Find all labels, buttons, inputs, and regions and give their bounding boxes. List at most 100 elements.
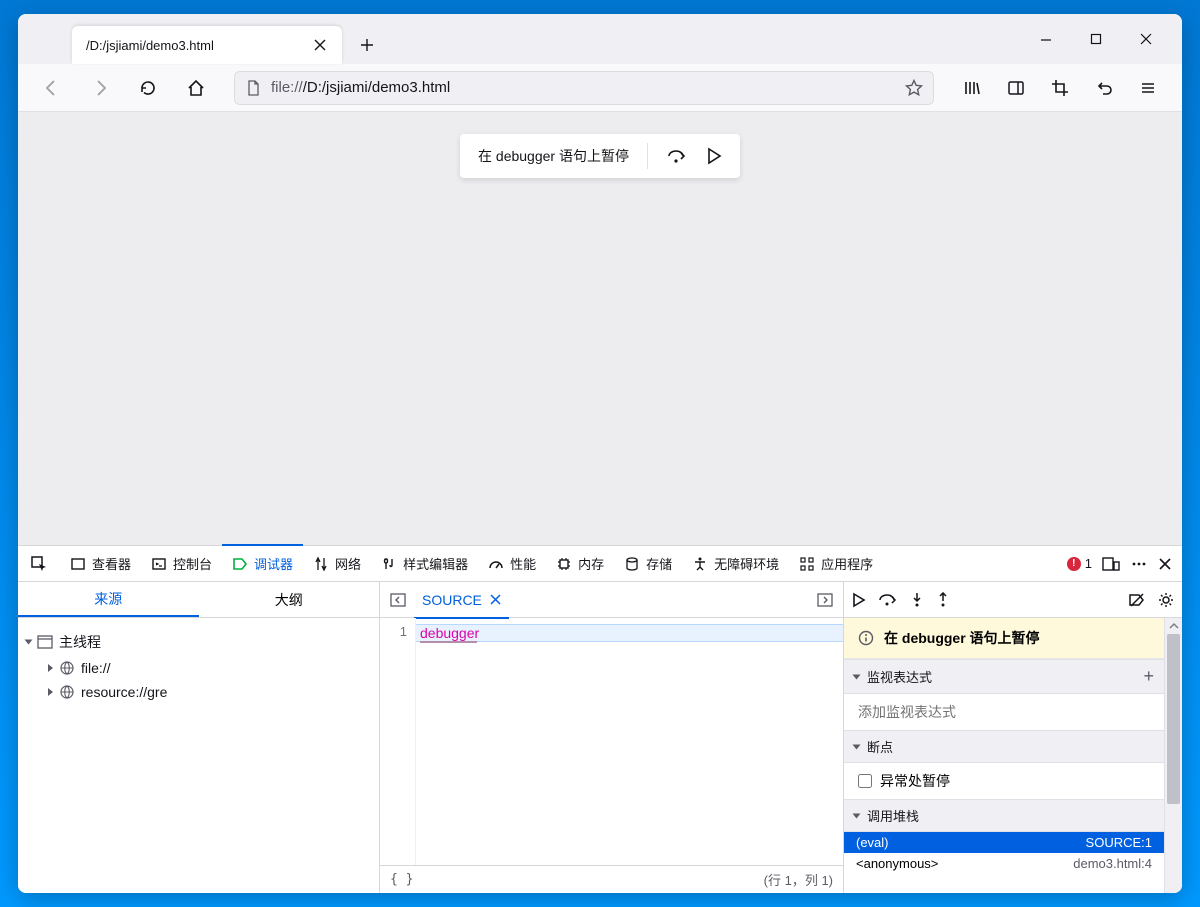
url-text: file:///D:/jsjiami/demo3.html	[271, 79, 895, 96]
devtools-tabs: 查看器 控制台 调试器 网络 样式编辑器 性能	[18, 546, 1182, 582]
tab-accessibility[interactable]: 无障碍环境	[682, 546, 789, 581]
forward-button[interactable]	[84, 72, 116, 104]
close-window-button[interactable]	[1136, 29, 1156, 49]
pause-text: 在 debugger 语句上暂停	[478, 146, 629, 166]
element-picker-icon[interactable]	[18, 546, 60, 581]
breakpoints-section-header[interactable]: 断点	[844, 730, 1164, 763]
close-devtools-icon[interactable]	[1158, 557, 1172, 571]
callstack-section-header[interactable]: 调用堆栈	[844, 799, 1164, 832]
plus-icon[interactable]: +	[1143, 666, 1154, 687]
page-content: 在 debugger 语句上暂停	[18, 112, 1182, 545]
titlebar: /D:/jsjiami/demo3.html	[18, 14, 1182, 64]
tab-performance[interactable]: 性能	[478, 546, 546, 581]
menu-icon[interactable]	[1132, 72, 1164, 104]
step-over-icon[interactable]	[666, 147, 688, 165]
tab-storage[interactable]: 存储	[614, 546, 682, 581]
tab-network[interactable]: 网络	[303, 546, 371, 581]
source-file-tab[interactable]: SOURCE	[414, 582, 509, 618]
sources-tree: 主线程 file:// resource://g	[18, 618, 379, 714]
watch-placeholder[interactable]: 添加监视表达式	[844, 694, 1164, 730]
chevron-down-icon	[25, 640, 33, 645]
devtools: 查看器 控制台 调试器 网络 样式编辑器 性能	[18, 545, 1182, 893]
devtools-body: 来源 大纲 主线程	[18, 582, 1182, 893]
source-footer: { } (行 1，列 1)	[380, 865, 843, 893]
source-code-area[interactable]: 1 debugger	[380, 618, 843, 865]
gear-icon[interactable]	[1158, 592, 1174, 608]
reload-button[interactable]	[132, 72, 164, 104]
error-count-badge[interactable]: ! 1	[1067, 556, 1092, 571]
responsive-icon[interactable]	[1102, 556, 1120, 572]
address-bar: file:///D:/jsjiami/demo3.html	[18, 64, 1182, 112]
stack-frame[interactable]: (eval) SOURCE:1	[844, 832, 1164, 853]
debugger-right-pane: 在 debugger 语句上暂停 监视表达式 + 添加监视表达式 断点 异	[844, 582, 1182, 893]
step-out-icon[interactable]	[936, 592, 950, 608]
close-icon[interactable]	[490, 594, 501, 605]
crop-icon[interactable]	[1044, 72, 1076, 104]
step-over-icon[interactable]	[878, 593, 898, 607]
chevron-right-icon	[48, 688, 53, 696]
url-input[interactable]: file:///D:/jsjiami/demo3.html	[234, 71, 934, 105]
globe-icon	[59, 684, 75, 700]
chevron-right-icon	[48, 664, 53, 672]
error-icon: !	[1067, 557, 1081, 571]
tree-row-file[interactable]: file://	[26, 656, 371, 680]
tab-outline[interactable]: 大纲	[199, 582, 380, 617]
resume-icon[interactable]	[852, 592, 866, 608]
maximize-button[interactable]	[1086, 29, 1106, 49]
resume-icon[interactable]	[706, 147, 722, 165]
source-tabs-bar: SOURCE	[380, 582, 843, 618]
tree-row-main-thread[interactable]: 主线程	[26, 628, 371, 656]
tab-applications[interactable]: 应用程序	[789, 546, 883, 581]
star-icon[interactable]	[905, 79, 923, 97]
library-icon[interactable]	[956, 72, 988, 104]
checkbox[interactable]	[858, 774, 872, 788]
page-icon	[245, 80, 261, 96]
chevron-down-icon	[853, 674, 861, 679]
tab-memory[interactable]: 内存	[546, 546, 614, 581]
pause-on-exceptions-checkbox[interactable]: 异常处暂停	[844, 763, 1164, 799]
tab-debugger[interactable]: 调试器	[222, 546, 303, 581]
tree-row-resource[interactable]: resource://gre	[26, 680, 371, 704]
debugger-controls	[844, 582, 1182, 618]
home-button[interactable]	[180, 72, 212, 104]
left-pane-tabs: 来源 大纲	[18, 582, 379, 618]
watch-section-header[interactable]: 监视表达式 +	[844, 659, 1164, 694]
undo-icon[interactable]	[1088, 72, 1120, 104]
sources-left-pane: 来源 大纲 主线程	[18, 582, 380, 893]
scroll-up-icon[interactable]	[1165, 618, 1182, 634]
collapse-right-icon[interactable]	[813, 588, 837, 612]
debugger-pause-overlay: 在 debugger 语句上暂停	[460, 134, 740, 178]
toolbar-right	[956, 72, 1164, 104]
right-pane-scroll: 在 debugger 语句上暂停 监视表达式 + 添加监视表达式 断点 异	[844, 618, 1164, 893]
back-button[interactable]	[36, 72, 68, 104]
browser-window: /D:/jsjiami/demo3.html	[18, 14, 1182, 893]
paused-notice: 在 debugger 语句上暂停	[844, 618, 1164, 659]
browser-tab[interactable]: /D:/jsjiami/demo3.html	[72, 26, 342, 64]
disable-breakpoints-icon[interactable]	[1128, 592, 1146, 608]
pretty-print-button[interactable]: { }	[390, 872, 413, 887]
step-in-icon[interactable]	[910, 592, 924, 608]
chevron-down-icon	[853, 813, 861, 818]
tab-inspector[interactable]: 查看器	[60, 546, 141, 581]
kebab-icon[interactable]	[1130, 556, 1148, 572]
code-line[interactable]: debugger	[416, 624, 843, 642]
minimize-button[interactable]	[1036, 29, 1056, 49]
collapse-left-icon[interactable]	[386, 588, 410, 612]
scrollbar[interactable]	[1164, 618, 1182, 893]
tab-style-editor[interactable]: 样式编辑器	[371, 546, 478, 581]
sidebar-icon[interactable]	[1000, 72, 1032, 104]
tab-title: /D:/jsjiami/demo3.html	[86, 38, 282, 53]
code-lines: debugger	[416, 618, 843, 865]
window-icon	[37, 634, 53, 650]
cursor-position: (行 1，列 1)	[764, 870, 833, 889]
stack-frame[interactable]: <anonymous> demo3.html:4	[844, 853, 1164, 874]
globe-icon	[59, 660, 75, 676]
tab-console[interactable]: 控制台	[141, 546, 222, 581]
close-icon[interactable]	[312, 37, 328, 53]
source-center-pane: SOURCE 1 debugger	[380, 582, 844, 893]
new-tab-button[interactable]	[352, 30, 382, 60]
tab-sources[interactable]: 来源	[18, 582, 199, 617]
scrollbar-thumb[interactable]	[1167, 634, 1180, 804]
info-icon	[858, 630, 874, 646]
divider	[647, 143, 648, 169]
